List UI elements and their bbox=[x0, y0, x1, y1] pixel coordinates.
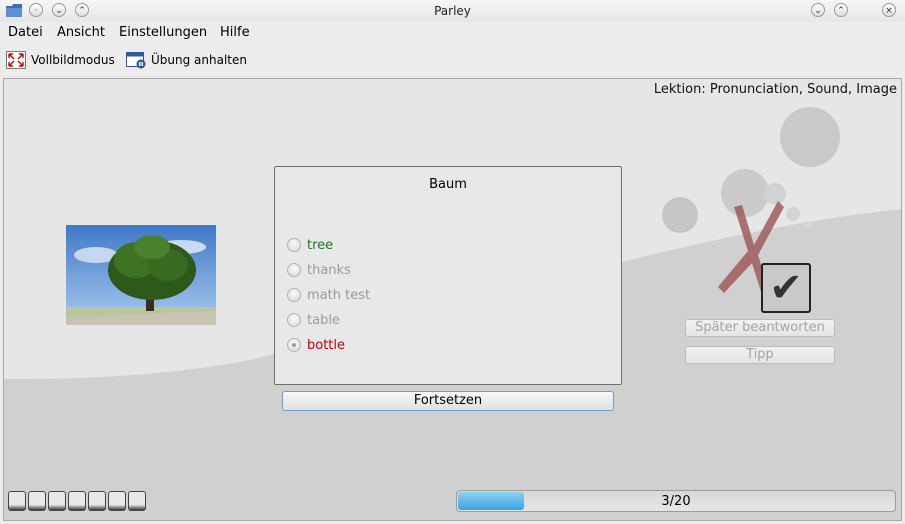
radio-button[interactable] bbox=[287, 313, 301, 327]
menu-hilfe[interactable]: Hilfe bbox=[220, 25, 250, 40]
option-label: table bbox=[307, 312, 340, 328]
pause-label: Übung anhalten bbox=[151, 53, 247, 67]
menu-ansicht[interactable]: Ansicht bbox=[57, 25, 105, 40]
answer-block bbox=[8, 491, 26, 511]
menu-einstellungen[interactable]: Einstellungen bbox=[119, 25, 207, 40]
pause-icon bbox=[126, 52, 146, 69]
keep-above-icon[interactable]: ⌃ bbox=[834, 3, 848, 17]
option-label: bottle bbox=[307, 337, 346, 353]
answer-block bbox=[28, 491, 46, 511]
menu-datei[interactable]: Datei bbox=[8, 25, 43, 40]
shade-icon[interactable]: ⌄ bbox=[811, 3, 825, 17]
answer-block bbox=[68, 491, 86, 511]
answer-history bbox=[8, 491, 146, 511]
option-thanks[interactable]: thanks bbox=[287, 261, 351, 279]
continue-button[interactable]: Fortsetzen bbox=[282, 391, 614, 411]
answer-block bbox=[48, 491, 66, 511]
option-bottle[interactable]: bottle bbox=[287, 336, 345, 354]
answer-block bbox=[108, 491, 126, 511]
answer-block bbox=[128, 491, 146, 511]
fullscreen-label: Vollbildmodus bbox=[31, 53, 115, 67]
fullscreen-button[interactable]: Vollbildmodus bbox=[6, 49, 115, 71]
radio-button-selected[interactable] bbox=[287, 338, 301, 352]
question-text: Baum bbox=[429, 177, 467, 192]
radio-button[interactable] bbox=[287, 263, 301, 277]
radio-button[interactable] bbox=[287, 238, 301, 252]
progress-bar: 3/20 bbox=[456, 490, 896, 512]
title-bar: · ⌄ ⌃ Parley ⌄ ⌃ × bbox=[0, 0, 905, 22]
option-label: thanks bbox=[307, 262, 351, 278]
option-label: tree bbox=[307, 237, 334, 253]
correct-check-icon: ✔ bbox=[761, 263, 811, 313]
vocabulary-image bbox=[66, 225, 216, 325]
window-title: Parley bbox=[434, 4, 471, 18]
lesson-label: Lektion: Pronunciation, Sound, Image bbox=[653, 82, 897, 97]
answer-later-button[interactable]: Später beantworten bbox=[685, 319, 835, 337]
option-tree[interactable]: tree bbox=[287, 236, 333, 254]
menu-bar: Datei Ansicht Einstellungen Hilfe bbox=[0, 22, 905, 44]
hint-button[interactable]: Tipp bbox=[685, 346, 835, 364]
progress-text: 3/20 bbox=[661, 494, 691, 509]
option-table[interactable]: table bbox=[287, 311, 340, 329]
option-math-test[interactable]: math test bbox=[287, 286, 370, 304]
option-label: math test bbox=[307, 287, 371, 303]
close-icon[interactable]: × bbox=[882, 3, 896, 17]
practice-area: Lektion: Pronunciation, Sound, Image Bau… bbox=[3, 78, 902, 521]
fullscreen-icon bbox=[6, 51, 26, 69]
toolbar: Vollbildmodus Übung anhalten bbox=[0, 44, 905, 74]
pause-button[interactable]: Übung anhalten bbox=[126, 49, 247, 71]
answer-block bbox=[88, 491, 106, 511]
question-card: Baum tree thanks math test table bottle bbox=[274, 166, 622, 385]
radio-button[interactable] bbox=[287, 288, 301, 302]
